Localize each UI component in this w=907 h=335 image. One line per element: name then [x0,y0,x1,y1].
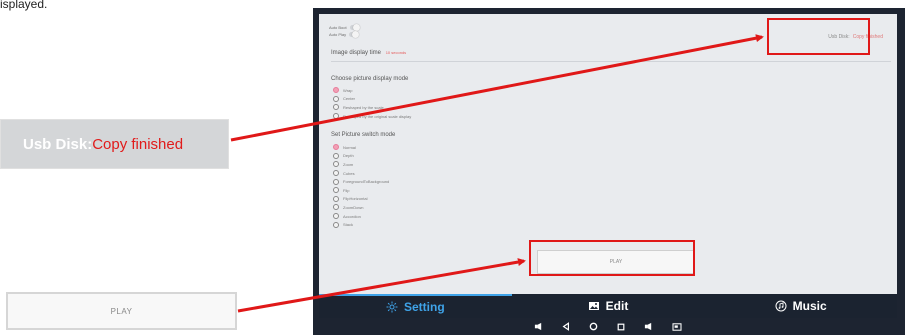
page: isplayed. Usb Disk: Copy finished PLAY A… [0,0,907,335]
callout-arrows [230,34,764,313]
play-arrow [237,258,526,313]
usb-arrow [230,34,764,142]
